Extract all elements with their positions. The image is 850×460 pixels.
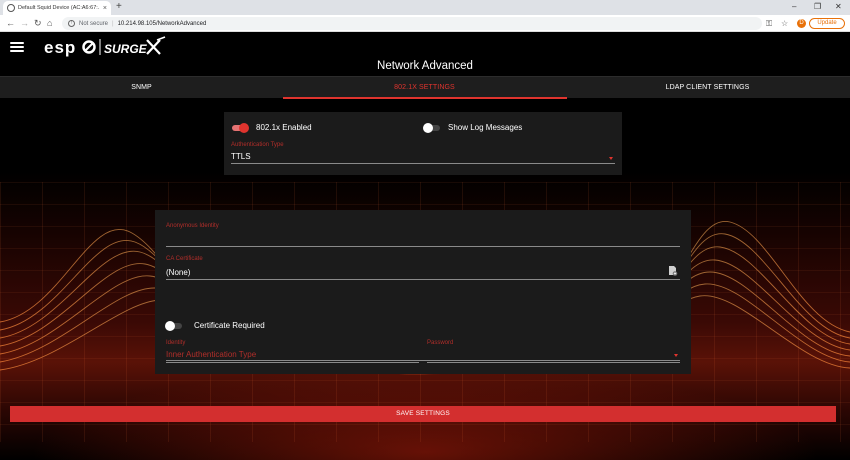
password-label: Password: [427, 340, 454, 346]
profile-avatar[interactable]: D: [797, 19, 806, 28]
toggle-switch[interactable]: [165, 320, 182, 331]
url-text: 10.214.98.105/NetworkAdvanced: [117, 20, 207, 27]
window-close-icon[interactable]: ✕: [835, 1, 842, 12]
settings-tab-bar: SNMP 802.1X SETTINGS LDAP CLIENT SETTING…: [0, 76, 850, 99]
address-bar-row: ← → ↻ ⌂ ! Not secure | 10.214.98.105/Net…: [0, 15, 850, 32]
anonymous-identity-field[interactable]: Anonymous Identity: [166, 223, 680, 247]
8021x-enabled-toggle[interactable]: 802.1x Enabled: [232, 122, 312, 133]
svg-text:esp: esp: [44, 38, 76, 57]
authentication-type-select[interactable]: Authentication Type TTLS: [231, 142, 615, 164]
active-tab-indicator: [283, 97, 567, 99]
browser-tab[interactable]: Default Squid Device (AC:A6:67:… ×: [3, 1, 111, 15]
back-icon[interactable]: ←: [6, 17, 15, 30]
star-icon[interactable]: ☆: [781, 18, 788, 29]
svg-text:SURGE: SURGE: [104, 42, 148, 56]
new-tab-button[interactable]: +: [116, 1, 122, 13]
ca-certificate-field[interactable]: CA Certificate (None): [166, 256, 680, 280]
app-area: esp SURGE Network Advanced SNMP 802.1X S…: [0, 32, 850, 460]
identity-field[interactable]: Identity: [166, 340, 419, 363]
reload-icon[interactable]: ↻: [34, 17, 42, 30]
update-button[interactable]: Update: [809, 18, 845, 29]
toggle-switch[interactable]: [423, 122, 440, 133]
close-tab-icon[interactable]: ×: [103, 5, 107, 12]
authentication-type-value: TTLS: [231, 152, 251, 161]
forward-icon[interactable]: →: [20, 17, 29, 30]
8021x-enabled-label: 802.1x Enabled: [256, 123, 312, 132]
tab-ldap-client-settings[interactable]: LDAP CLIENT SETTINGS: [566, 77, 849, 99]
authentication-type-label: Authentication Type: [231, 142, 284, 148]
security-label: Not secure: [79, 20, 109, 27]
anonymous-identity-label: Anonymous Identity: [166, 223, 219, 229]
tab-snmp[interactable]: SNMP: [0, 77, 283, 99]
espo-surgex-logo: esp SURGE: [44, 36, 166, 57]
8021x-general-card: 802.1x Enabled Show Log Messages Authent…: [224, 112, 622, 175]
warning-icon: !: [68, 20, 75, 27]
ca-certificate-label: CA Certificate: [166, 256, 203, 262]
globe-icon: [7, 4, 15, 12]
ca-certificate-value: (None): [166, 268, 191, 277]
minimize-icon[interactable]: –: [792, 1, 796, 12]
certificate-required-label: Certificate Required: [194, 321, 265, 330]
toggle-switch[interactable]: [232, 122, 249, 133]
certificate-required-toggle[interactable]: Certificate Required: [165, 320, 265, 331]
file-upload-icon[interactable]: [668, 266, 678, 276]
show-log-messages-toggle[interactable]: Show Log Messages: [423, 122, 523, 133]
hamburger-menu-icon[interactable]: [10, 42, 24, 52]
identity-label: Identity: [166, 340, 186, 346]
show-log-messages-label: Show Log Messages: [448, 123, 523, 132]
chevron-down-icon: [609, 157, 613, 160]
url-divider: |: [112, 20, 114, 27]
browser-tab-title: Default Squid Device (AC:A6:67:…: [18, 5, 100, 11]
browser-tab-strip: Default Squid Device (AC:A6:67:… × + – ❐…: [0, 0, 850, 15]
restore-icon[interactable]: ❐: [814, 1, 821, 12]
password-field[interactable]: Password: [427, 340, 680, 363]
url-field[interactable]: ! Not secure | 10.214.98.105/NetworkAdva…: [62, 17, 762, 30]
home-icon[interactable]: ⌂: [47, 17, 52, 30]
tab-8021x-settings[interactable]: 802.1X SETTINGS: [283, 77, 566, 99]
page-title: Network Advanced: [377, 60, 473, 72]
key-icon[interactable]: ⚿: [766, 18, 772, 29]
save-settings-button[interactable]: SAVE SETTINGS: [10, 406, 836, 422]
